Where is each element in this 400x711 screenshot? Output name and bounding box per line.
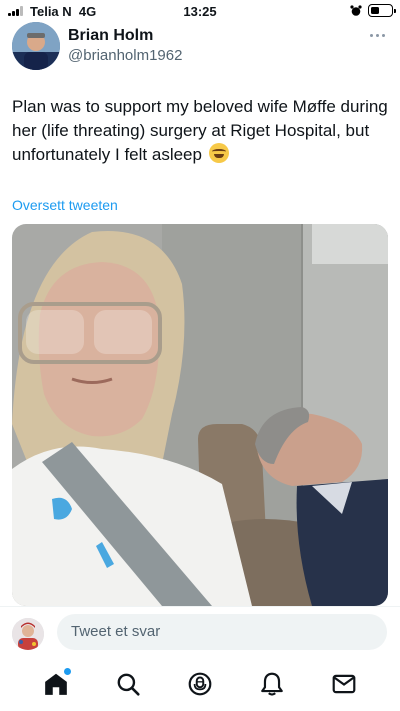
- tab-search[interactable]: [113, 669, 143, 699]
- messages-icon: [332, 674, 356, 694]
- clock: 13:25: [183, 4, 217, 19]
- tab-spaces[interactable]: [185, 669, 215, 699]
- tab-messages[interactable]: [329, 669, 359, 699]
- more-options-icon[interactable]: [364, 26, 390, 44]
- battery-icon: [368, 4, 396, 17]
- author-avatar[interactable]: [12, 22, 60, 70]
- tab-home[interactable]: [41, 668, 71, 699]
- translate-tweet-link[interactable]: Oversett tweeten: [12, 197, 118, 213]
- spaces-icon: [188, 672, 212, 696]
- reply-input[interactable]: Tweet et svar: [57, 614, 387, 650]
- current-user-avatar[interactable]: [12, 618, 44, 650]
- bottom-tab-bar: [0, 658, 400, 711]
- author-handle[interactable]: @brianholm1962: [68, 47, 182, 64]
- home-icon: [45, 673, 67, 695]
- status-bar: Telia N 4G 13:25: [0, 0, 400, 22]
- notification-dot: [64, 668, 71, 675]
- alarm-icon: [350, 5, 362, 16]
- tweet-text-content: Plan was to support my beloved wife Møff…: [12, 97, 388, 164]
- face-with-tears-of-joy-icon: [208, 143, 229, 163]
- notifications-icon: [261, 672, 283, 696]
- tweet-photo[interactable]: [12, 224, 388, 606]
- reply-bar: Tweet et svar: [0, 606, 400, 658]
- tab-notifications[interactable]: [257, 669, 287, 699]
- search-icon: [117, 673, 140, 696]
- tweet-text: Plan was to support my beloved wife Møff…: [12, 95, 388, 167]
- author-display-name[interactable]: Brian Holm: [68, 27, 153, 45]
